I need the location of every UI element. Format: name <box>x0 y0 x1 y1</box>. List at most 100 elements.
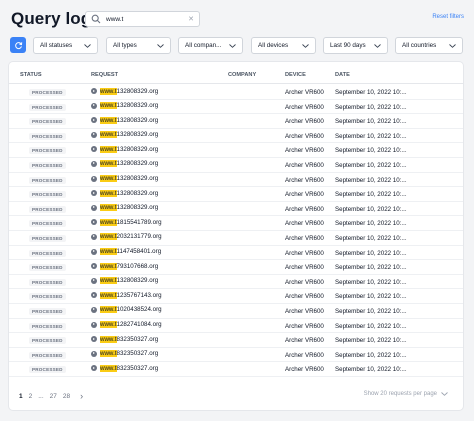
refresh-button[interactable] <box>10 37 26 53</box>
status-badge: PROCESSED <box>29 89 66 96</box>
device-cell: Archer VR600 <box>285 220 324 228</box>
search-input[interactable]: www.t ✕ <box>85 11 200 27</box>
per-page-select[interactable]: Show 20 requests per page <box>364 391 448 397</box>
request-cell: www.t 132808329.org <box>91 277 158 285</box>
request-match-highlight: www.t <box>100 306 117 314</box>
column-header-date[interactable]: DATE <box>335 72 350 78</box>
table-row[interactable]: PROCESSED www.t 132808329.org Archer VR600 S… <box>9 187 463 202</box>
status-filter-select[interactable]: All statuses <box>33 37 98 54</box>
table-row[interactable]: PROCESSED www.t 832350327.org Archer VR600 S… <box>9 348 463 363</box>
reset-filters-link[interactable]: Reset filters <box>432 14 464 20</box>
status-badge: PROCESSED <box>29 249 66 257</box>
date-cell: September 10, 2022 10:... <box>335 132 407 140</box>
chevron-down-icon <box>157 43 164 48</box>
company-filter-select[interactable]: All compan... <box>178 37 243 54</box>
date-cell: September 10, 2022 10:... <box>335 118 407 126</box>
table-row[interactable]: PROCESSED www.t 1815541789.org Archer VR600… <box>9 216 463 231</box>
request-match-highlight: www.t <box>100 116 117 124</box>
device-cell: Archer VR600 <box>285 103 324 111</box>
request-match-highlight: www.t <box>100 175 117 183</box>
device-filter-label: All devices <box>258 42 289 49</box>
request-match-highlight: www.t <box>100 204 117 212</box>
page-link-2[interactable]: 2 <box>29 393 33 400</box>
pagination: 1 2 ... 27 28 › <box>19 391 83 401</box>
page-link-27[interactable]: 27 <box>50 393 57 400</box>
table-row[interactable]: PROCESSED www.t 132808329.org Archer VR600 S… <box>9 275 463 290</box>
device-cell: Archer VR600 <box>285 176 324 184</box>
table-row[interactable]: PROCESSED www.t 132808329.org Archer VR600 S… <box>9 85 463 100</box>
request-domain-rest: 832350327.org <box>116 350 159 358</box>
chevron-down-icon <box>302 43 309 48</box>
table-row[interactable]: PROCESSED www.t 1020438524.org Archer VR600… <box>9 304 463 319</box>
date-range-select[interactable]: Last 90 days <box>323 37 388 54</box>
date-cell: September 10, 2022 10:... <box>335 234 407 242</box>
chevron-down-icon <box>84 43 91 48</box>
status-filter-label: All statuses <box>40 42 73 49</box>
table-row[interactable]: PROCESSED www.t 1282741084.org Archer VR600… <box>9 319 463 334</box>
column-header-status[interactable]: STATUS <box>20 72 42 78</box>
refresh-icon <box>14 41 22 49</box>
status-badge: PROCESSED <box>29 278 66 286</box>
column-header-device[interactable]: DEVICE <box>285 72 306 78</box>
table-row[interactable]: PROCESSED www.t 132808329.org Archer VR600 S… <box>9 114 463 129</box>
status-badge: PROCESSED <box>29 220 66 228</box>
status-badge: PROCESSED <box>29 264 66 272</box>
request-match-highlight: www.t <box>100 350 117 358</box>
date-cell: September 10, 2022 10:... <box>335 322 407 330</box>
status-badge: PROCESSED <box>29 337 66 345</box>
table-row[interactable]: PROCESSED www.t 832350327.org Archer VR600 S… <box>9 362 463 377</box>
request-domain-rest: 2032131779.org <box>116 233 162 241</box>
type-filter-select[interactable]: All types <box>106 37 171 54</box>
request-cell: www.t 832350327.org <box>91 350 159 358</box>
play-icon <box>91 306 97 313</box>
request-cell: www.t 1282741084.org <box>91 321 162 328</box>
status-badge: PROCESSED <box>29 234 66 242</box>
country-filter-select[interactable]: All countries <box>395 37 463 54</box>
company-filter-label: All compan... <box>185 42 222 49</box>
clear-search-icon[interactable]: ✕ <box>188 16 194 23</box>
table-row[interactable]: PROCESSED www.t 793107668.org Archer VR600 S… <box>9 260 463 275</box>
table-row[interactable]: PROCESSED www.t 132808329.org Archer VR600 S… <box>9 158 463 173</box>
table-row[interactable]: PROCESSED www.t 132808329.org Archer VR600 S… <box>9 143 463 158</box>
device-cell: Archer VR600 <box>285 322 324 330</box>
table-row[interactable]: PROCESSED www.t 1147458401.org Archer VR600… <box>9 246 463 261</box>
status-badge: PROCESSED <box>29 322 66 330</box>
request-domain-rest: 1815541789.org <box>116 218 162 226</box>
table-row[interactable]: PROCESSED www.t 132808329.org Archer VR600 S… <box>9 202 463 217</box>
play-icon <box>91 336 97 343</box>
table-row[interactable]: PROCESSED www.t 132808329.org Archer VR600 S… <box>9 129 463 144</box>
date-cell: September 10, 2022 10:... <box>335 366 407 374</box>
device-cell: Archer VR600 <box>285 118 324 126</box>
request-domain-rest: 132808329.org <box>116 189 159 197</box>
date-cell: September 10, 2022 10:... <box>335 307 407 315</box>
chevron-down-icon <box>374 43 381 48</box>
device-cell: Archer VR600 <box>285 205 324 213</box>
request-match-highlight: www.t <box>100 364 117 372</box>
request-domain-rest: 832350327.org <box>116 335 159 343</box>
date-cell: September 10, 2022 10:... <box>335 176 407 184</box>
country-filter-label: All countries <box>402 42 437 49</box>
play-icon <box>91 175 97 182</box>
status-badge: PROCESSED <box>29 366 66 374</box>
table-row[interactable]: PROCESSED www.t 132808329.org Archer VR600 S… <box>9 173 463 188</box>
table-row[interactable]: PROCESSED www.t 832350327.org Archer VR600 S… <box>9 333 463 348</box>
next-page-icon[interactable]: › <box>80 391 83 401</box>
play-icon <box>91 263 97 270</box>
table-row[interactable]: PROCESSED www.t 1235767143.org Archer VR600… <box>9 289 463 304</box>
table-row[interactable]: PROCESSED www.t 2032131779.org Archer VR600… <box>9 231 463 246</box>
date-cell: September 10, 2022 10:... <box>335 293 407 301</box>
request-match-highlight: www.t <box>100 321 117 328</box>
status-badge: PROCESSED <box>29 161 66 169</box>
table-body: PROCESSED www.t 132808329.org Archer VR600 S… <box>9 85 463 377</box>
column-header-company[interactable]: COMPANY <box>228 72 256 78</box>
request-domain-rest: 1235767143.org <box>116 291 162 299</box>
search-value[interactable]: www.t <box>106 16 188 23</box>
date-cell: September 10, 2022 10:... <box>335 278 407 286</box>
request-match-highlight: www.t <box>100 262 117 270</box>
device-filter-select[interactable]: All devices <box>251 37 316 54</box>
table-row[interactable]: PROCESSED www.t 132808329.org Archer VR600 S… <box>9 100 463 115</box>
page-link-28[interactable]: 28 <box>63 393 70 400</box>
device-cell: Archer VR600 <box>285 234 324 242</box>
column-header-request[interactable]: REQUEST <box>91 72 118 78</box>
page-link-1[interactable]: 1 <box>19 393 23 400</box>
